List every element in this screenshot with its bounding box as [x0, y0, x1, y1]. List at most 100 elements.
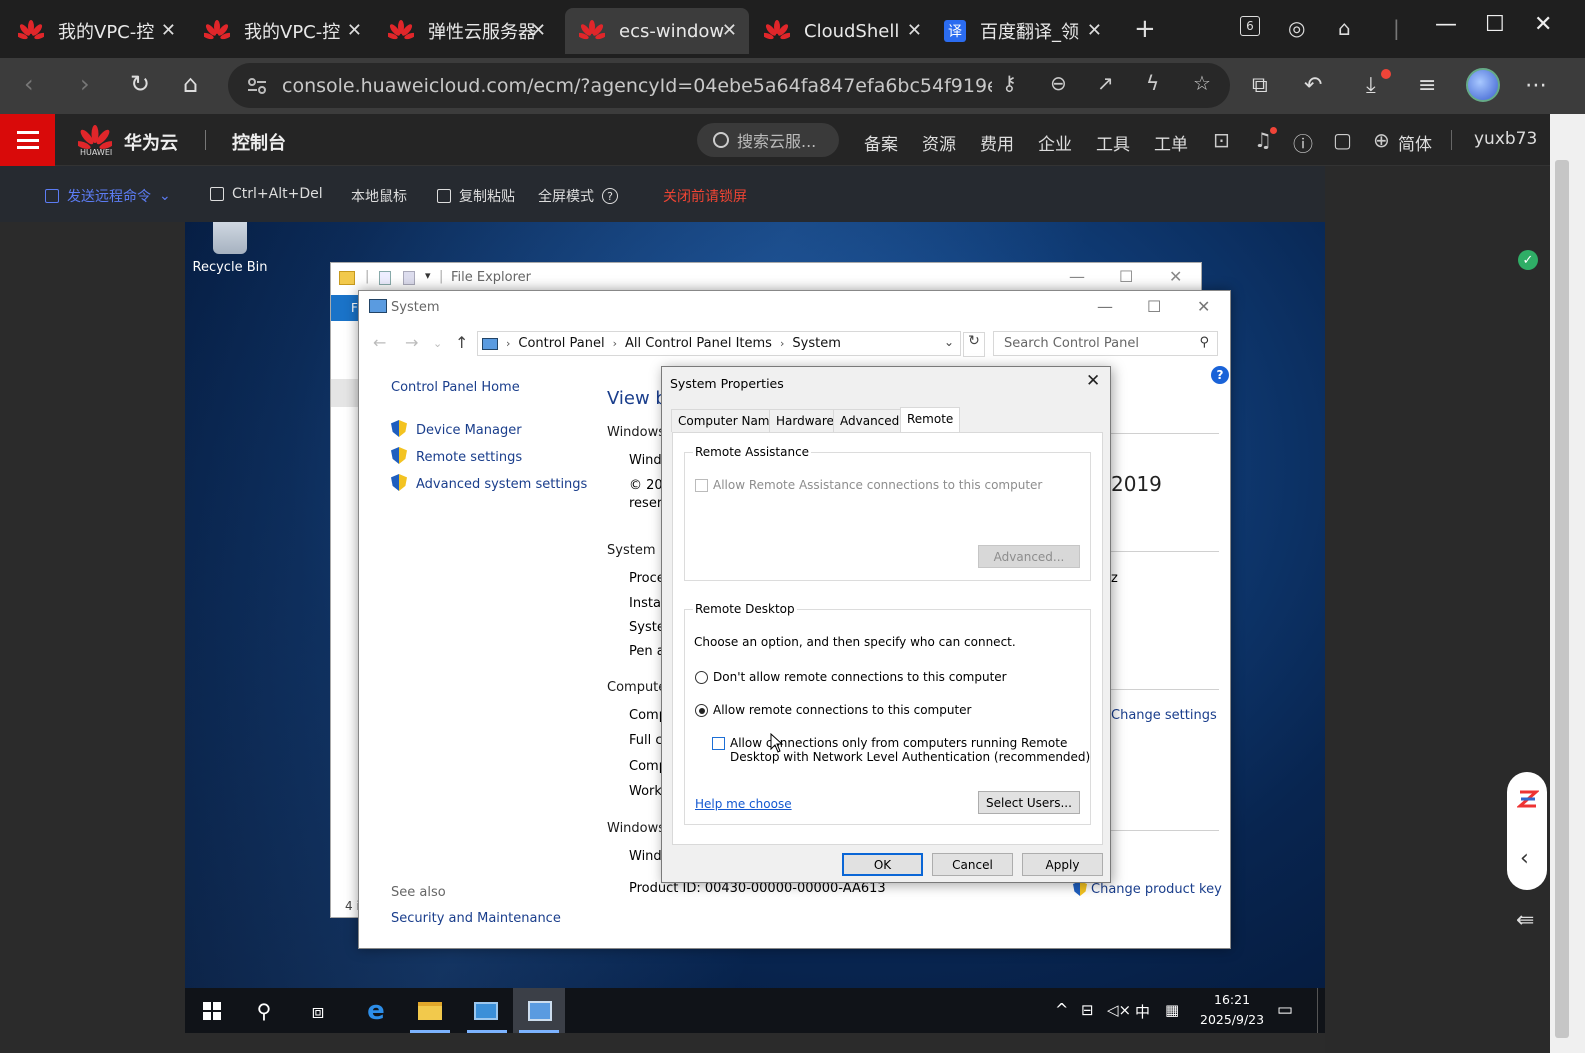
internet-explorer-icon[interactable]: e	[359, 996, 393, 1026]
security-maintenance-link[interactable]: Security and Maintenance	[391, 911, 561, 926]
collapse-panel-icon[interactable]: ⇚	[1516, 908, 1534, 933]
browser-tab[interactable]: 译 百度翻译_领 ✕	[930, 8, 1114, 54]
close-tab-icon[interactable]: ✕	[161, 20, 176, 41]
help-icon[interactable]: ?	[602, 188, 618, 204]
keyboard-layout-icon[interactable]: ▦	[1165, 1001, 1179, 1019]
tab-count-icon[interactable]: 6	[1240, 16, 1260, 36]
copy-paste-button[interactable]: 复制粘贴	[437, 186, 515, 206]
control-panel-taskbar-icon[interactable]	[523, 996, 557, 1026]
close-tab-icon[interactable]: ✕	[531, 20, 546, 41]
maximize-icon[interactable]: ☐	[1147, 297, 1161, 316]
send-command-menu[interactable]: 发送远程命令 ⌄	[45, 186, 171, 206]
key-icon[interactable]: ⚷	[1002, 71, 1017, 95]
address-bar[interactable]: › Control Panel › All Control Panel Item…	[477, 331, 961, 356]
tab-remote[interactable]: Remote	[900, 407, 961, 433]
network-icon[interactable]: ⊟	[1081, 1001, 1094, 1019]
maximize-icon[interactable]: ☐	[1119, 267, 1133, 286]
bookmark-star-icon[interactable]: ☆	[1193, 71, 1211, 95]
forward-arrow-icon[interactable]: →	[405, 333, 418, 352]
nla-checkbox[interactable]	[712, 737, 725, 750]
extension-shirt-icon[interactable]: ⌂	[1338, 16, 1351, 40]
playlist-icon[interactable]: ≡	[1418, 73, 1436, 98]
ok-button[interactable]: OK	[842, 853, 923, 876]
task-view-icon[interactable]: ⧈	[303, 996, 333, 1026]
incognito-icon[interactable]: ◎	[1288, 16, 1305, 40]
forward-icon[interactable]: ›	[80, 70, 90, 98]
browser-tab-active[interactable]: ecs-window ✕	[565, 8, 749, 54]
globe-icon[interactable]: ⊕	[1373, 128, 1390, 152]
close-window-icon[interactable]: ✕	[1534, 12, 1552, 37]
minimize-icon[interactable]: —	[1435, 12, 1457, 37]
terminal-icon[interactable]: ⊡	[1213, 128, 1230, 152]
recent-dropdown-icon[interactable]: ⌄	[433, 337, 442, 350]
system-properties-dialog[interactable]: System Properties ✕ Computer Name Hardwa…	[661, 366, 1111, 883]
allow-remote-radio[interactable]	[695, 704, 708, 717]
minimize-icon[interactable]: —	[1069, 267, 1085, 286]
brand-name[interactable]: 华为云	[124, 129, 178, 155]
tray-chevron-up-icon[interactable]: ^	[1055, 1000, 1068, 1019]
feedback-icon[interactable]: ▢	[1333, 128, 1352, 152]
up-arrow-icon[interactable]: ↑	[455, 333, 468, 352]
page-scrollbar[interactable]	[1550, 114, 1585, 1053]
clock-date[interactable]: 2025/9/23	[1200, 1012, 1264, 1027]
menu-enterprise[interactable]: 企业	[1038, 130, 1072, 155]
back-icon[interactable]: ‹	[24, 70, 34, 98]
apply-button[interactable]: Apply	[1022, 853, 1103, 876]
close-tab-icon[interactable]: ✕	[907, 20, 922, 41]
console-search[interactable]: 搜索云服...	[697, 123, 839, 157]
download-icon[interactable]: ⤓	[1366, 73, 1376, 98]
fullscreen-button[interactable]: 全屏模式?	[538, 186, 618, 206]
assistant-logo-icon[interactable]	[1517, 788, 1539, 810]
windows-start-icon[interactable]	[203, 1002, 221, 1020]
remote-settings-link[interactable]: Remote settings	[391, 447, 522, 465]
device-manager-link[interactable]: Device Manager	[391, 420, 522, 438]
tab-hardware[interactable]: Hardware	[769, 409, 841, 432]
control-panel-home-link[interactable]: Control Panel Home	[391, 380, 520, 395]
advanced-button[interactable]: Advanced...	[978, 545, 1080, 568]
file-tab[interactable]: F	[331, 295, 359, 321]
new-folder-icon[interactable]	[403, 271, 415, 285]
help-me-choose-link[interactable]: Help me choose	[695, 797, 792, 811]
close-tab-icon[interactable]: ✕	[722, 20, 737, 41]
system-titlebar[interactable]: System — ☐ ✕	[359, 291, 1230, 323]
undo-menu-icon[interactable]: ↶	[1304, 73, 1322, 98]
url-field[interactable]: console.huaweicloud.com/ecm/?agencyId=04…	[228, 63, 1230, 108]
menu-beian[interactable]: 备案	[864, 130, 898, 155]
language-switch[interactable]: 简体	[1398, 130, 1432, 155]
scrollbar-thumb[interactable]	[1555, 160, 1569, 1038]
clock-time[interactable]: 16:21	[1214, 992, 1250, 1007]
search-control-panel-input[interactable]: Search Control Panel ⚲	[993, 331, 1218, 356]
maximize-icon[interactable]: ☐	[1485, 12, 1505, 37]
minimize-icon[interactable]: —	[1097, 297, 1113, 316]
chevron-left-icon[interactable]: ‹	[1520, 846, 1529, 871]
breadcrumb-control-panel[interactable]: Control Panel	[518, 336, 604, 351]
profile-avatar[interactable]	[1466, 68, 1500, 102]
more-menu-icon[interactable]: ⋯	[1525, 73, 1547, 98]
share-icon[interactable]: ↗	[1097, 71, 1114, 95]
menu-tools[interactable]: 工具	[1096, 130, 1130, 155]
browser-tab[interactable]: 我的VPC-控 ✕	[190, 8, 374, 54]
recycle-bin-shortcut[interactable]: Recycle Bin	[185, 222, 275, 275]
refresh-icon[interactable]: ↻	[963, 332, 985, 357]
ime-indicator[interactable]: 中	[1135, 1001, 1150, 1022]
menu-resources[interactable]: 资源	[922, 130, 956, 155]
help-icon[interactable]: ⓘ	[1293, 128, 1313, 157]
allow-remote-assistance-checkbox[interactable]	[695, 479, 708, 492]
cancel-button[interactable]: Cancel	[932, 853, 1013, 876]
advanced-system-settings-link[interactable]: Advanced system settings	[391, 474, 587, 492]
show-desktop-divider[interactable]	[1317, 988, 1318, 1033]
chevron-down-icon[interactable]: ⌄	[944, 335, 954, 349]
close-icon[interactable]: ✕	[1086, 371, 1100, 391]
back-arrow-icon[interactable]: ←	[373, 333, 386, 352]
tab-advanced[interactable]: Advanced	[833, 409, 907, 432]
help-icon[interactable]: ?	[1211, 366, 1229, 384]
volume-muted-icon[interactable]: ◁×	[1107, 1001, 1131, 1019]
extensions-icon[interactable]: ⧉	[1252, 73, 1268, 98]
action-center-icon[interactable]: ▭	[1277, 1000, 1293, 1020]
menu-tickets[interactable]: 工单	[1154, 130, 1188, 155]
browser-tab[interactable]: CloudShell ✕	[750, 8, 934, 54]
search-icon[interactable]: ⚲	[249, 996, 279, 1026]
menu-toggle[interactable]	[0, 114, 55, 166]
properties-icon[interactable]	[379, 271, 391, 285]
quick-access-dropdown-icon[interactable]: ▾	[425, 269, 431, 282]
